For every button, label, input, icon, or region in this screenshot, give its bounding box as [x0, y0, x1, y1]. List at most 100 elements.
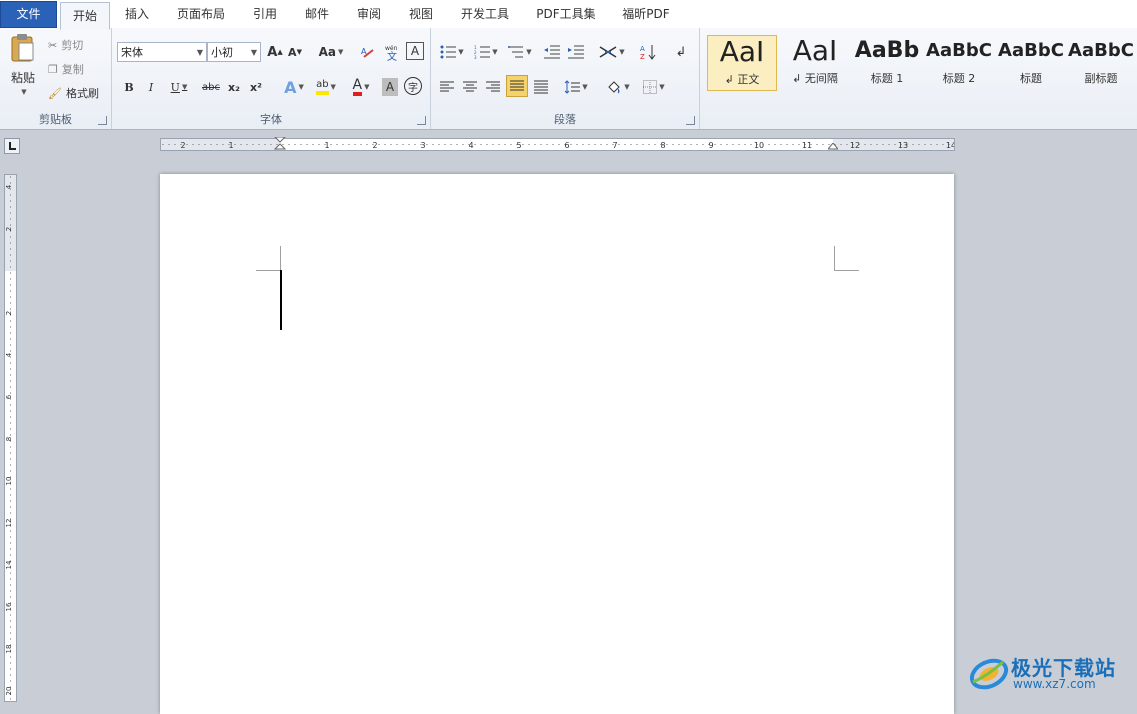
- tab-home[interactable]: 开始: [60, 2, 110, 30]
- chinese-layout-button[interactable]: ▼: [597, 42, 627, 62]
- character-shading-button[interactable]: A: [382, 78, 398, 96]
- show-marks-button[interactable]: ↲: [671, 42, 691, 62]
- align-center-button[interactable]: [460, 76, 480, 98]
- decrease-indent-button[interactable]: [541, 42, 563, 62]
- italic-button[interactable]: I: [142, 76, 160, 98]
- cut-label: 剪切: [61, 39, 84, 52]
- indent-icon: [568, 45, 584, 59]
- subscript-button[interactable]: x₂: [224, 76, 244, 98]
- paragraph-launcher-icon[interactable]: [686, 116, 695, 125]
- justify-button[interactable]: [506, 75, 528, 97]
- copy-button[interactable]: ❐ 复制: [48, 60, 84, 78]
- aurora-logo-icon: [969, 658, 1009, 690]
- shading-button[interactable]: ▼: [603, 76, 633, 98]
- tab-references[interactable]: 引用: [244, 0, 286, 28]
- tab-insert[interactable]: 插入: [116, 0, 158, 28]
- tab-review[interactable]: 审阅: [348, 0, 390, 28]
- copy-icon: ❐: [48, 62, 58, 76]
- bold-button[interactable]: B: [120, 76, 138, 98]
- line-spacing-button[interactable]: ▼: [561, 76, 591, 98]
- grow-font-button[interactable]: A ▲: [266, 42, 284, 62]
- change-case-button[interactable]: Aa ▼: [316, 42, 346, 62]
- cut-button[interactable]: ✂ 剪切: [48, 36, 83, 54]
- style-sample: AaBbC: [998, 40, 1064, 61]
- sort-button[interactable]: AZ: [637, 42, 659, 62]
- increase-indent-button[interactable]: [565, 42, 587, 62]
- ruler-label: 18: [5, 645, 13, 654]
- distributed-button[interactable]: [531, 76, 551, 98]
- phonetic-guide-button[interactable]: wén 文: [382, 42, 404, 62]
- superscript-button[interactable]: x²: [246, 76, 266, 98]
- horizontal-ruler[interactable]: 2 1 1 2 3 4 5 6 7 8 9 10 11 12 13 14: [160, 137, 955, 151]
- tab-foxit-pdf[interactable]: 福昕PDF: [614, 0, 678, 28]
- change-case-icon: Aa: [318, 45, 336, 59]
- borders-button[interactable]: ▼: [639, 76, 669, 98]
- crop-mark-top-left: [256, 246, 281, 271]
- tab-mailings[interactable]: 邮件: [296, 0, 338, 28]
- first-line-indent-marker[interactable]: [274, 137, 286, 151]
- font-family-value: 宋体: [121, 46, 143, 59]
- style-heading-2[interactable]: AaBbC 标题 2: [924, 35, 994, 91]
- tab-page-layout[interactable]: 页面布局: [168, 0, 234, 28]
- style-name: 标题 1: [870, 72, 904, 85]
- shrink-font-button[interactable]: A ▼: [286, 42, 304, 62]
- shrink-font-icon: A: [288, 45, 297, 59]
- ruler-label: 11: [802, 141, 812, 150]
- paragraph-group-label: 段落: [554, 113, 576, 126]
- clear-formatting-button[interactable]: A: [358, 42, 378, 62]
- style-sample: AaBbC: [1068, 40, 1134, 61]
- style-no-spacing[interactable]: AaI ↲ 无间隔: [780, 35, 850, 91]
- align-right-icon: [486, 81, 500, 92]
- character-border-button[interactable]: A: [406, 42, 424, 60]
- right-indent-marker[interactable]: [828, 143, 838, 151]
- ruler-label: 10: [5, 477, 13, 486]
- highlight-button[interactable]: ab ▼: [310, 76, 342, 98]
- align-right-button[interactable]: [483, 76, 503, 98]
- tab-pdf-tools[interactable]: PDF工具集: [528, 0, 604, 28]
- style-heading-1[interactable]: AaBb 标题 1: [852, 35, 922, 91]
- font-color-button[interactable]: A ▼: [346, 76, 376, 98]
- bullets-button[interactable]: ▼: [437, 42, 467, 62]
- vertical-ruler[interactable]: 4 2 2 4 6 8 10 12 14 16 18 20: [4, 174, 17, 702]
- style-subtitle[interactable]: AaBbC 副标题: [1066, 35, 1136, 91]
- ruler-label: 1: [324, 141, 329, 150]
- subscript-icon: x₂: [228, 80, 240, 94]
- tab-developer[interactable]: 开发工具: [452, 0, 518, 28]
- clipboard-launcher-icon[interactable]: [98, 116, 107, 125]
- ruler-label: 2: [180, 141, 185, 150]
- copy-label: 复制: [61, 63, 84, 76]
- style-name: 副标题: [1084, 72, 1118, 85]
- font-size-combo[interactable]: 小初 ▼: [207, 42, 261, 62]
- font-launcher-icon[interactable]: [417, 116, 426, 125]
- style-name: ↲ 正文: [724, 73, 760, 86]
- bullet-list-icon: [440, 45, 457, 59]
- paste-button[interactable]: 粘贴 ▼: [4, 32, 42, 96]
- ruler-ticks: 4 2 2 4 6 8 10 12 14 16 18 20: [5, 175, 16, 700]
- style-normal[interactable]: AaI ↲ 正文: [707, 35, 777, 91]
- tab-file[interactable]: 文件: [0, 1, 57, 28]
- font-family-combo[interactable]: 宋体 ▼: [117, 42, 207, 62]
- paste-dropdown-icon[interactable]: ▼: [21, 88, 26, 96]
- format-painter-button[interactable]: 🖌 格式刷: [48, 84, 99, 102]
- svg-text:文: 文: [387, 50, 397, 61]
- format-painter-label: 格式刷: [65, 87, 99, 100]
- font-color-icon: A: [352, 78, 363, 96]
- ruler-label: 13: [898, 141, 908, 150]
- strikethrough-button[interactable]: abc: [200, 76, 222, 98]
- align-center-icon: [463, 81, 477, 92]
- underline-button[interactable]: U ▼: [164, 76, 194, 98]
- document-page[interactable]: [160, 174, 954, 714]
- numbering-button[interactable]: 1 2 3 ▼: [471, 42, 501, 62]
- style-title[interactable]: AaBbC 标题: [996, 35, 1066, 91]
- group-font: 宋体 ▼ 小初 ▼ A ▲ A ▼ Aa ▼ A wén 文 A B I U ▼ abc …: [112, 28, 431, 129]
- multilevel-list-button[interactable]: ▼: [505, 42, 535, 62]
- tab-view[interactable]: 视图: [400, 0, 442, 28]
- tab-selector-button[interactable]: [4, 138, 20, 154]
- ruler-label: 8: [5, 437, 13, 441]
- style-name: 标题: [1020, 72, 1042, 85]
- text-effects-button[interactable]: A ▼: [280, 76, 308, 98]
- ruler-label: 7: [612, 141, 617, 150]
- align-left-button[interactable]: [437, 76, 457, 98]
- scissors-icon: ✂: [48, 38, 58, 52]
- enclose-characters-button[interactable]: 字: [404, 77, 422, 95]
